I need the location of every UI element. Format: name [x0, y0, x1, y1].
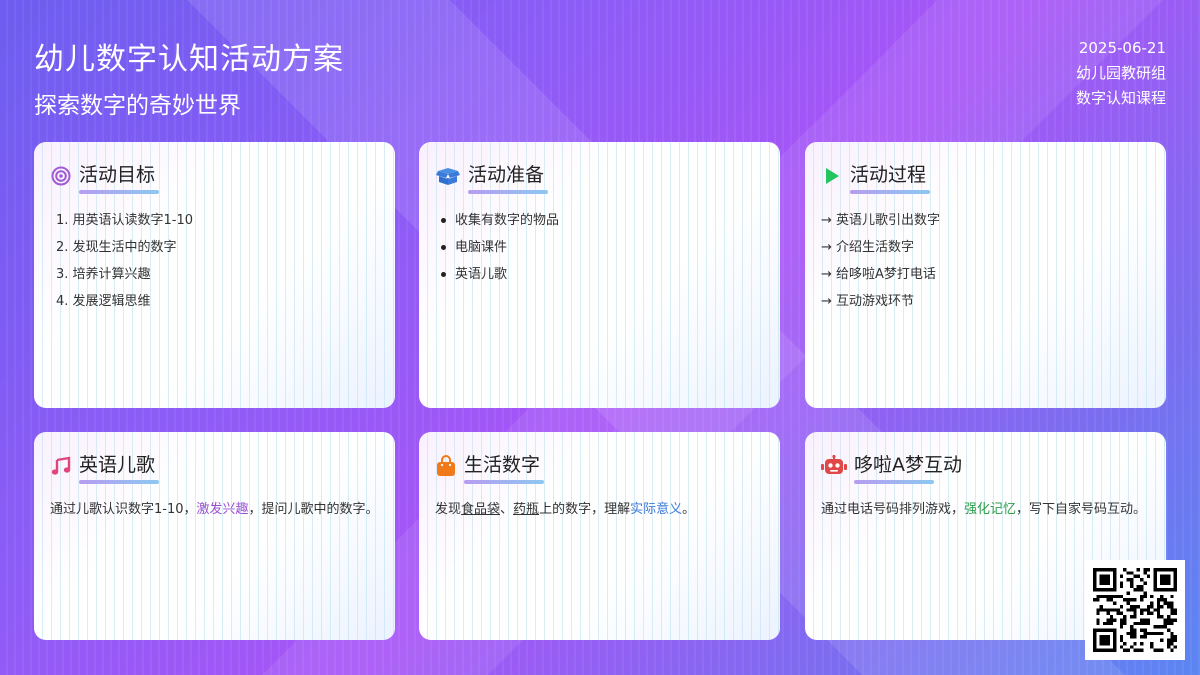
card-goals-title: 活动目标	[79, 160, 160, 194]
list-item: 3. 培养计算兴趣	[56, 267, 151, 282]
list-item: 电脑课件	[435, 234, 764, 261]
card-song-title: 英语儿歌	[79, 450, 160, 484]
card-doraemon-header: 哆啦A梦互动	[821, 450, 1150, 484]
shopping-bag-icon	[435, 454, 457, 477]
page-subtitle: 探索数字的奇妙世界	[34, 93, 241, 119]
qr-code-icon	[1085, 560, 1185, 660]
card-prep-title: 活动准备	[468, 160, 549, 194]
robot-icon	[821, 454, 847, 477]
life-highlight: 实际意义	[630, 502, 683, 517]
list-item: 英语儿歌	[435, 261, 764, 288]
list-item: 4. 发展逻辑思维	[56, 294, 151, 309]
page-header: 幼儿数字认知活动方案 探索数字的奇妙世界	[34, 34, 344, 120]
song-highlight: 激发兴趣	[196, 502, 249, 517]
card-prep-header: 活动准备	[435, 160, 764, 194]
course-text: 数字认知课程	[1075, 89, 1166, 107]
life-sep: 、	[500, 502, 514, 517]
org-text: 幼儿园教研组	[1075, 64, 1166, 82]
list-item: → 英语儿歌引出数字	[821, 213, 941, 228]
life-description: 发现食品袋、药瓶上的数字，理解实际意义。	[435, 497, 764, 522]
list-item: → 给哆啦A梦打电话	[821, 267, 936, 282]
card-process: 活动过程 → 英语儿歌引出数字 → 介绍生活数字 → 给哆啦A梦打电话 → 互动…	[805, 142, 1166, 408]
list-item: 收集有数字的物品	[435, 207, 764, 234]
doraemon-text-b: ，写下自家号码互动。	[1016, 502, 1147, 517]
card-life-header: 生活数字	[435, 450, 764, 484]
box-icon	[435, 165, 461, 187]
life-item-food-bag: 食品袋	[461, 502, 501, 517]
card-life: 生活数字 发现食品袋、药瓶上的数字，理解实际意义。	[419, 432, 780, 640]
goals-list: 1. 用英语认读数字1-10 2. 发现生活中的数字 3. 培养计算兴趣 4. …	[50, 207, 379, 315]
list-item: 2. 发现生活中的数字	[56, 240, 177, 255]
card-life-title: 生活数字	[464, 450, 545, 484]
list-item: → 互动游戏环节	[821, 294, 915, 309]
life-text-a: 发现	[435, 502, 462, 517]
song-description: 通过儿歌认识数字1-10，激发兴趣，提问儿歌中的数字。	[50, 497, 379, 522]
card-process-title: 活动过程	[850, 160, 931, 194]
header-meta: 2025-06-21 幼儿园教研组 数字认知课程	[1076, 36, 1166, 111]
song-text-b: ，提问儿歌中的数字。	[248, 502, 379, 517]
song-text-a: 通过儿歌认识数字1-10，	[50, 502, 197, 517]
process-list: → 英语儿歌引出数字 → 介绍生活数字 → 给哆啦A梦打电话 → 互动游戏环节	[821, 207, 1150, 315]
card-process-header: 活动过程	[821, 160, 1150, 194]
doraemon-description: 通过电话号码排列游戏，强化记忆，写下自家号码互动。	[821, 497, 1150, 522]
life-text-b: 上的数字，理解	[539, 502, 631, 517]
card-song: 英语儿歌 通过儿歌认识数字1-10，激发兴趣，提问儿歌中的数字。	[34, 432, 395, 640]
life-text-c: 。	[682, 502, 696, 517]
list-item: → 介绍生活数字	[821, 240, 915, 255]
card-prep: 活动准备 收集有数字的物品 电脑课件 英语儿歌	[419, 142, 780, 408]
prep-list: 收集有数字的物品 电脑课件 英语儿歌	[435, 207, 764, 288]
target-icon	[50, 165, 72, 187]
list-item: 1. 用英语认读数字1-10	[56, 213, 194, 228]
life-item-medicine-bottle: 药瓶	[513, 502, 540, 517]
doraemon-text-a: 通过电话号码排列游戏，	[821, 502, 965, 517]
doraemon-highlight: 强化记忆	[964, 502, 1017, 517]
card-goals: 活动目标 1. 用英语认读数字1-10 2. 发现生活中的数字 3. 培养计算兴…	[34, 142, 395, 408]
card-song-header: 英语儿歌	[50, 450, 379, 484]
date-text: 2025-06-21	[1078, 39, 1166, 57]
card-goals-header: 活动目标	[50, 160, 379, 194]
page-title: 幼儿数字认知活动方案	[34, 42, 344, 77]
card-doraemon-title: 哆啦A梦互动	[854, 450, 962, 484]
music-note-icon	[50, 455, 72, 477]
play-icon	[821, 165, 843, 187]
